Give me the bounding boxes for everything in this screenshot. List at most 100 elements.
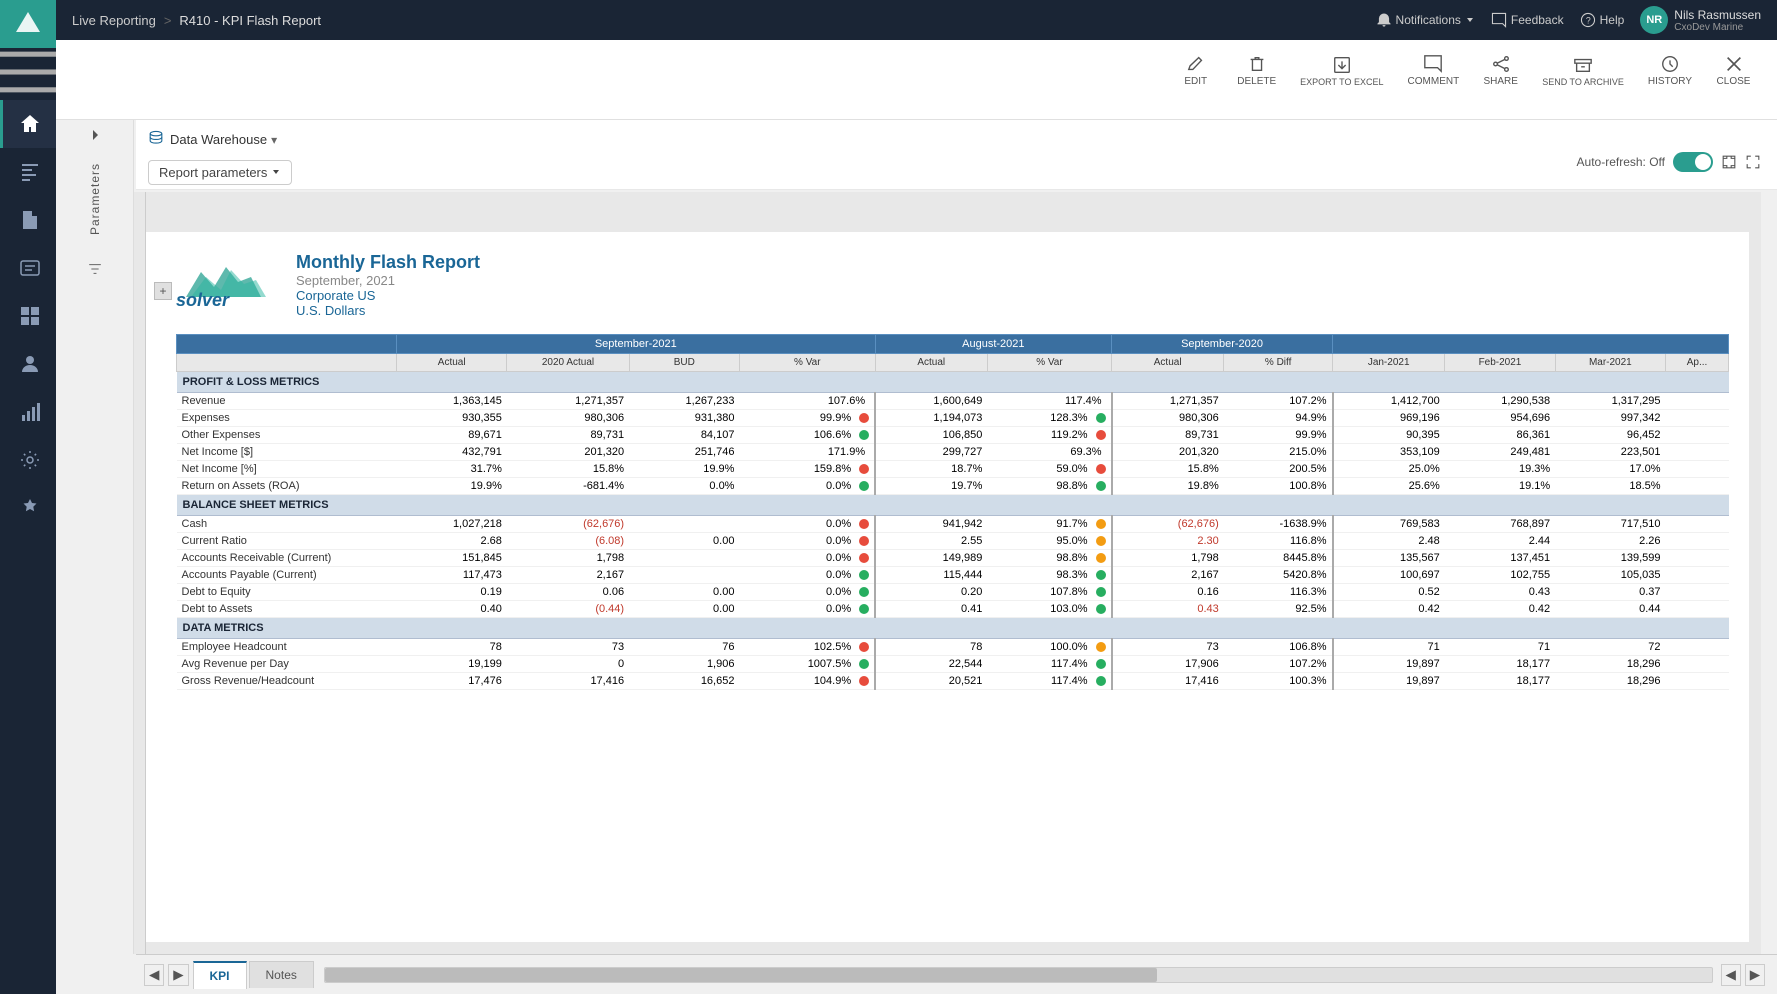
sidebar-item-reports[interactable]	[0, 148, 56, 196]
table-cell: 2.30	[1112, 533, 1224, 550]
params-button[interactable]: Report parameters	[148, 160, 292, 185]
panel-expand-toggle[interactable]	[80, 120, 110, 153]
table-cell: 20,521	[875, 673, 987, 690]
help-label: Help	[1600, 13, 1625, 27]
scroll-left-button[interactable]: ◀	[1721, 964, 1741, 986]
dw-icon	[148, 130, 164, 149]
col-header-empty	[177, 335, 397, 354]
table-cell: 139,599	[1555, 550, 1665, 567]
table-row: Expenses930,355980,306931,38099.9%1,194,…	[177, 410, 1729, 427]
table-row: Return on Assets (ROA)19.9%-681.4%0.0%0.…	[177, 478, 1729, 495]
table-cell: 19.7%	[875, 478, 987, 495]
toggle-knob	[1695, 154, 1711, 170]
table-cell: 98.8%	[987, 478, 1111, 495]
hamburger-menu[interactable]	[0, 52, 56, 92]
fullscreen-icon[interactable]	[1745, 154, 1761, 170]
filter-icon[interactable]	[79, 253, 111, 288]
user-name: Nils Rasmussen	[1674, 8, 1761, 22]
sidebar-item-dashboard[interactable]	[0, 292, 56, 340]
svg-text:solver: solver	[176, 290, 230, 307]
scrollbar-thumb	[325, 968, 1157, 982]
table-cell: 2.44	[1445, 533, 1555, 550]
table-cell: (62,676)	[507, 516, 629, 533]
left-scrollbar[interactable]	[134, 192, 146, 954]
table-cell: 99.9%	[1224, 427, 1333, 444]
table-cell: 117.4%	[987, 673, 1111, 690]
sidebar-item-tasks[interactable]	[0, 244, 56, 292]
history-button[interactable]: HISTORY	[1638, 48, 1702, 93]
sidebar-item-settings[interactable]	[0, 436, 56, 484]
horizontal-scrollbar[interactable]	[324, 967, 1713, 983]
table-cell: 103.0%	[987, 601, 1111, 618]
delete-label: DELETE	[1237, 76, 1276, 87]
table-cell: 0.19	[397, 584, 507, 601]
sidebar-item-home[interactable]	[0, 100, 56, 148]
table-cell: 1,290,538	[1445, 393, 1555, 410]
feedback-button[interactable]: Feedback	[1491, 12, 1564, 28]
table-row: Debt to Assets0.40(0.44)0.000.0%0.41103.…	[177, 601, 1729, 618]
sidebar-item-users[interactable]	[0, 340, 56, 388]
sidebar-item-admin[interactable]	[0, 484, 56, 532]
autorefresh-toggle[interactable]	[1673, 152, 1713, 172]
table-cell: 107.2%	[1224, 393, 1333, 410]
table-cell: 5420.8%	[1224, 567, 1333, 584]
table-cell	[1666, 550, 1729, 567]
user-info[interactable]: NR Nils Rasmussen CxoDev Marine	[1640, 6, 1761, 34]
table-cell: 223,501	[1555, 444, 1665, 461]
table-cell: Accounts Receivable (Current)	[177, 550, 397, 567]
table-cell: 71	[1333, 639, 1445, 656]
tab-notes[interactable]: Notes	[249, 961, 314, 988]
help-button[interactable]: ? Help	[1580, 12, 1625, 28]
delete-button[interactable]: DELETE	[1227, 48, 1286, 93]
close-button[interactable]: CLOSE	[1706, 48, 1761, 93]
indicator-dot	[859, 519, 869, 529]
table-cell: 0.16	[1112, 584, 1224, 601]
scroll-right-button[interactable]: ▶	[1745, 964, 1765, 986]
section-header-row: PROFIT & LOSS METRICS	[177, 372, 1729, 393]
table-cell: 201,320	[507, 444, 629, 461]
edit-button[interactable]: EDIT	[1168, 48, 1223, 93]
table-cell: 941,942	[875, 516, 987, 533]
table-cell: 135,567	[1333, 550, 1445, 567]
dw-dropdown-arrow[interactable]: ▾	[271, 133, 277, 147]
share-button[interactable]: SHARE	[1473, 48, 1528, 93]
tab-kpi[interactable]: KPI	[193, 961, 247, 989]
table-cell: 99.9%	[739, 410, 875, 427]
col-sub-sep20-pctdiff: % Diff	[1224, 354, 1333, 372]
table-cell: 18,177	[1445, 656, 1555, 673]
tab-prev-button[interactable]: ◀	[144, 964, 164, 986]
history-label: HISTORY	[1648, 76, 1692, 87]
col-sub-aug-actual: Actual	[875, 354, 987, 372]
sidebar-item-analytics[interactable]	[0, 388, 56, 436]
table-cell: 100.0%	[987, 639, 1111, 656]
app-logo[interactable]	[0, 0, 56, 48]
table-cell: 92.5%	[1224, 601, 1333, 618]
expand-icon[interactable]	[1721, 154, 1737, 170]
col-sub-mar2021: Mar-2021	[1555, 354, 1665, 372]
parameters-label[interactable]: Parameters	[84, 153, 106, 245]
table-row: Avg Revenue per Day19,19901,9061007.5%22…	[177, 656, 1729, 673]
sidebar-item-documents[interactable]	[0, 196, 56, 244]
table-cell: Revenue	[177, 393, 397, 410]
table-cell: 1,194,073	[875, 410, 987, 427]
table-cell: 116.3%	[1224, 584, 1333, 601]
report-area[interactable]: solver Monthly Flash Report September, 2…	[146, 232, 1749, 942]
table-cell	[1666, 639, 1729, 656]
table-cell: 0.0%	[739, 601, 875, 618]
table-cell: 1,412,700	[1333, 393, 1445, 410]
export-button[interactable]: EXPORT TO EXCEL	[1290, 49, 1393, 93]
tab-next-button[interactable]: ▶	[168, 964, 188, 986]
comment-button[interactable]: COMMENT	[1398, 48, 1470, 93]
archive-button[interactable]: SEND TO ARCHIVE	[1532, 49, 1634, 93]
autorefresh-bar: Auto-refresh: Off	[1577, 152, 1761, 172]
table-cell: 115,444	[875, 567, 987, 584]
expand-button[interactable]: +	[154, 282, 172, 300]
table-cell: 95.0%	[987, 533, 1111, 550]
table-cell: 0.00	[629, 584, 739, 601]
table-cell: 71	[1445, 639, 1555, 656]
table-cell: Net Income [$]	[177, 444, 397, 461]
table-cell: 151,845	[397, 550, 507, 567]
notifications-button[interactable]: Notifications	[1376, 12, 1475, 28]
table-cell: 19,199	[397, 656, 507, 673]
breadcrumb-separator: >	[164, 13, 172, 28]
